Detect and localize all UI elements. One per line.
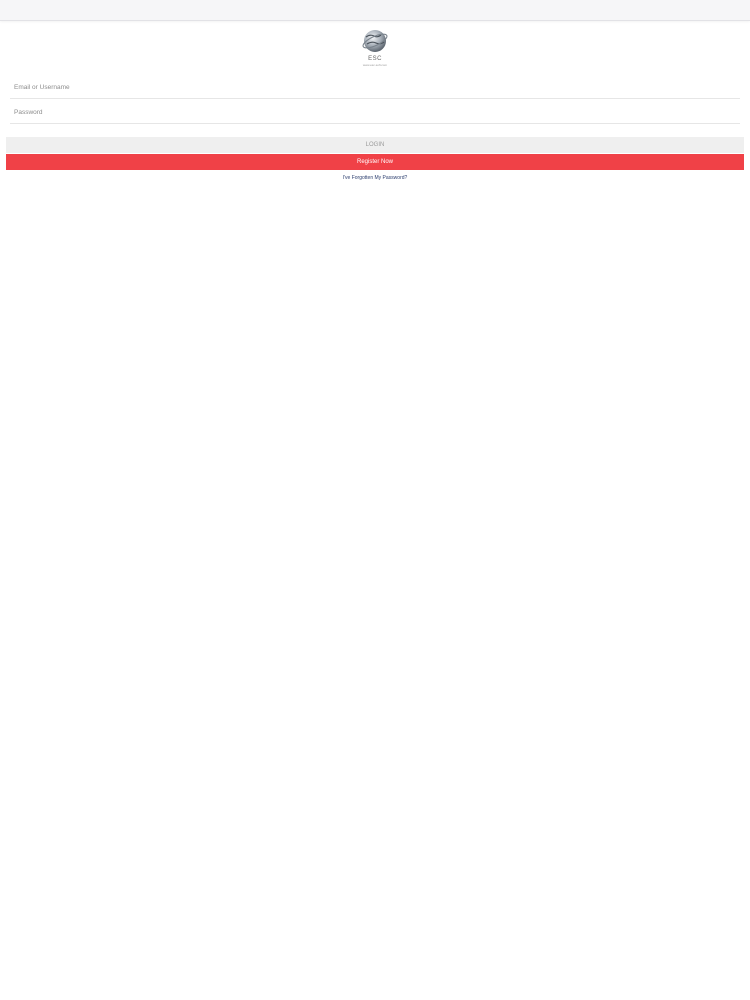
globe-ring-logo-icon	[362, 30, 388, 52]
password-input[interactable]	[10, 101, 740, 124]
logo-wordmark: ESC	[368, 56, 382, 62]
logo-url-text: www.esc-soft.com	[362, 63, 388, 67]
email-username-input[interactable]	[10, 76, 740, 99]
login-button[interactable]: LOGIN	[6, 137, 744, 153]
register-now-button[interactable]: Register Now	[6, 154, 744, 170]
top-status-bar	[0, 0, 750, 21]
app-logo: ESC www.esc-soft.com	[355, 28, 395, 70]
email-field-container	[10, 76, 740, 99]
forgot-password-link[interactable]: I've Forgotten My Password?	[0, 175, 750, 182]
password-field-container	[10, 101, 740, 124]
